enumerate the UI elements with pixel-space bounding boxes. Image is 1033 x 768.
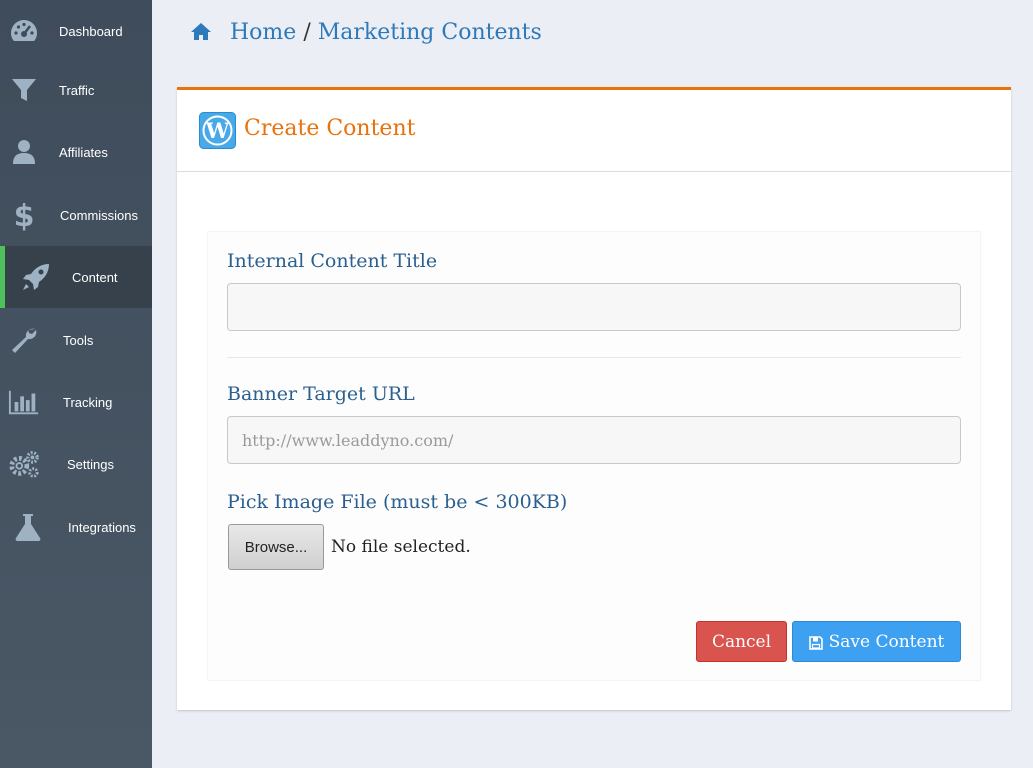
file-status-text: No file selected.: [331, 537, 471, 557]
card-title: Create Content: [244, 116, 416, 141]
banner-url-input[interactable]: [227, 416, 961, 464]
sidebar-item-label: Affiliates: [59, 144, 108, 160]
sidebar-item-commissions[interactable]: $ Commissions: [0, 184, 152, 246]
sidebar-item-traffic[interactable]: Traffic: [0, 59, 152, 121]
sidebar-item-content[interactable]: Content: [0, 246, 152, 308]
dashboard-icon: [8, 15, 40, 47]
sidebar-item-label: Commissions: [60, 207, 139, 223]
gears-icon: [8, 448, 40, 480]
svg-text:$: $: [14, 199, 35, 232]
sidebar-item-affiliates[interactable]: Affiliates: [0, 121, 152, 183]
breadcrumb: Home / Marketing Contents: [190, 16, 542, 48]
card-header: W Create Content: [177, 90, 1011, 172]
dollar-icon: $: [8, 199, 40, 232]
form-divider: [227, 357, 961, 358]
sidebar-item-tools[interactable]: Tools: [0, 309, 152, 371]
save-icon: [808, 635, 823, 650]
user-icon: [8, 136, 40, 168]
rocket-icon: [20, 261, 52, 293]
home-icon[interactable]: [190, 21, 212, 43]
save-content-button[interactable]: Save Content: [792, 621, 961, 662]
sidebar-item-tracking[interactable]: Tracking: [0, 371, 152, 433]
breadcrumb-home-link[interactable]: Home: [230, 20, 296, 45]
sidebar-item-label: Content: [72, 269, 118, 285]
svg-text:W: W: [205, 118, 230, 143]
wordpress-logo-icon: W: [199, 112, 236, 149]
image-file-label: Pick Image File (must be < 300KB): [227, 491, 568, 513]
content-title-input[interactable]: [227, 283, 961, 331]
sidebar-item-settings[interactable]: Settings: [0, 433, 152, 495]
content-title-label: Internal Content Title: [227, 250, 438, 272]
breadcrumb-separator: /: [303, 19, 311, 45]
sidebar-item-dashboard[interactable]: Dashboard: [0, 0, 152, 62]
create-content-card: W Create Content Internal Content Title …: [177, 87, 1011, 710]
bar-chart-icon: [8, 386, 40, 418]
breadcrumb-current[interactable]: Marketing Contents: [318, 20, 542, 45]
sidebar-item-integrations[interactable]: Integrations: [0, 496, 152, 558]
save-button-label: Save Content: [828, 631, 945, 652]
sidebar-item-label: Tools: [63, 332, 94, 348]
cancel-button[interactable]: Cancel: [696, 621, 787, 662]
sidebar-item-label: Dashboard: [59, 23, 123, 39]
filter-icon: [8, 74, 40, 106]
sidebar-item-label: Traffic: [59, 82, 95, 98]
banner-url-label: Banner Target URL: [227, 383, 415, 405]
sidebar-item-label: Tracking: [63, 394, 113, 410]
cancel-button-label: Cancel: [711, 631, 772, 652]
browse-button[interactable]: Browse...: [228, 524, 324, 570]
sidebar: Dashboard Traffic Affiliates $ Commissio…: [0, 0, 152, 768]
sidebar-item-label: Integrations: [68, 519, 136, 535]
sidebar-item-label: Settings: [67, 456, 114, 472]
wrench-icon: [8, 324, 40, 356]
flask-icon: [12, 511, 44, 543]
